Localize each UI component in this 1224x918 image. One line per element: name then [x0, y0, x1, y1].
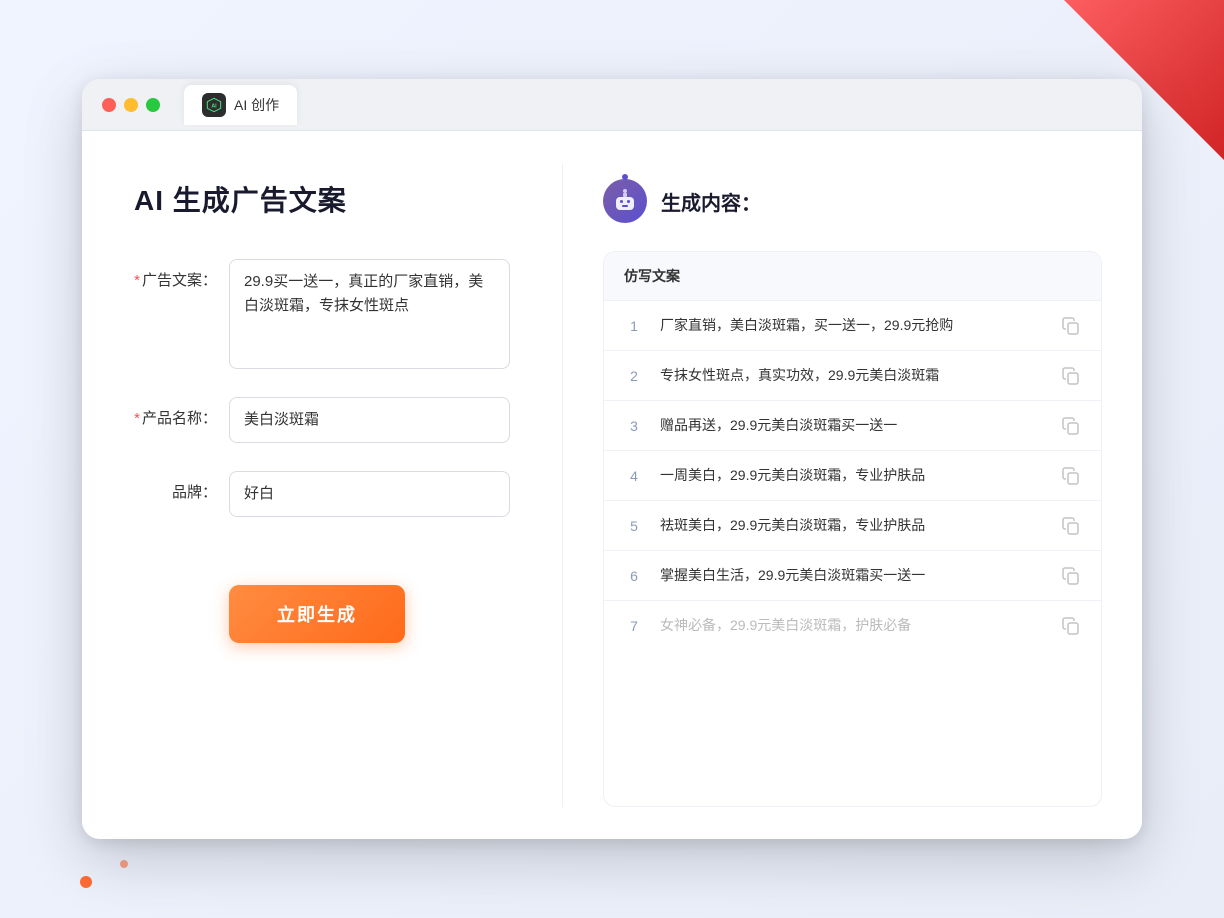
generate-button[interactable]: 立即生成 — [229, 585, 405, 643]
table-row: 4 一周美白，29.9元美白淡斑霜，专业护肤品 — [604, 451, 1101, 501]
maximize-button[interactable] — [146, 98, 160, 112]
dot-decoration-bl2 — [120, 860, 128, 868]
row-text: 女神必备，29.9元美白淡斑霜，护肤必备 — [660, 615, 1045, 636]
result-rows-container: 1 厂家直销，美白淡斑霜，买一送一，29.9元抢购 2 专抹女性斑点，真实功效，29… — [604, 301, 1101, 650]
table-row: 6 掌握美白生活，29.9元美白淡斑霜买一送一 — [604, 551, 1101, 601]
row-number: 6 — [624, 568, 644, 584]
copy-icon[interactable] — [1061, 516, 1081, 536]
product-name-input[interactable] — [229, 397, 510, 443]
result-header: 生成内容： — [603, 179, 1102, 223]
row-number: 1 — [624, 318, 644, 334]
table-row: 2 专抹女性斑点，真实功效，29.9元美白淡斑霜 — [604, 351, 1101, 401]
copy-icon[interactable] — [1061, 466, 1081, 486]
copy-icon[interactable] — [1061, 366, 1081, 386]
tab-title: AI 创作 — [234, 95, 279, 115]
table-row: 7 女神必备，29.9元美白淡斑霜，护肤必备 — [604, 601, 1101, 650]
main-content: AI 生成广告文案 *广告文案： 29.9买一送一，真正的厂家直销，美白淡斑霜，… — [82, 131, 1142, 839]
row-text: 祛斑美白，29.9元美白淡斑霜，专业护肤品 — [660, 515, 1045, 536]
form-row-product-name: *产品名称： — [134, 397, 510, 443]
required-star-product: * — [134, 410, 140, 427]
traffic-lights — [102, 98, 160, 112]
close-button[interactable] — [102, 98, 116, 112]
row-number: 5 — [624, 518, 644, 534]
result-title: 生成内容： — [661, 187, 761, 216]
row-number: 4 — [624, 468, 644, 484]
copy-icon[interactable] — [1061, 316, 1081, 336]
row-text: 赠品再送，29.9元美白淡斑霜买一送一 — [660, 415, 1045, 436]
left-panel: AI 生成广告文案 *广告文案： 29.9买一送一，真正的厂家直销，美白淡斑霜，… — [82, 131, 562, 839]
browser-window: AI AI 创作 AI 生成广告文案 *广告文案： 29.9买一送一，真正的厂家… — [82, 79, 1142, 839]
page-title: AI 生成广告文案 — [134, 179, 510, 219]
brand-label: 品牌： — [134, 471, 229, 502]
row-number: 7 — [624, 618, 644, 634]
dot-decoration-bl — [80, 876, 92, 888]
ad-copy-input[interactable]: 29.9买一送一，真正的厂家直销，美白淡斑霜，专抹女性斑点 — [229, 259, 510, 369]
table-row: 3 赠品再送，29.9元美白淡斑霜买一送一 — [604, 401, 1101, 451]
row-text: 专抹女性斑点，真实功效，29.9元美白淡斑霜 — [660, 365, 1045, 386]
required-star-ad-copy: * — [134, 272, 140, 289]
right-panel: 生成内容： 仿写文案 1 厂家直销，美白淡斑霜，买一送一，29.9元抢购 2 专抹女… — [563, 131, 1142, 839]
title-bar: AI AI 创作 — [82, 79, 1142, 131]
minimize-button[interactable] — [124, 98, 138, 112]
form-row-brand: 品牌： — [134, 471, 510, 517]
table-header: 仿写文案 — [604, 252, 1101, 301]
ad-copy-label: *广告文案： — [134, 259, 229, 290]
copy-icon[interactable] — [1061, 566, 1081, 586]
copy-icon[interactable] — [1061, 416, 1081, 436]
product-name-label: *产品名称： — [134, 397, 229, 428]
copy-icon[interactable] — [1061, 616, 1081, 636]
row-text: 一周美白，29.9元美白淡斑霜，专业护肤品 — [660, 465, 1045, 486]
row-text: 掌握美白生活，29.9元美白淡斑霜买一送一 — [660, 565, 1045, 586]
row-number: 3 — [624, 418, 644, 434]
row-number: 2 — [624, 368, 644, 384]
table-row: 5 祛斑美白，29.9元美白淡斑霜，专业护肤品 — [604, 501, 1101, 551]
brand-input[interactable] — [229, 471, 510, 517]
browser-tab[interactable]: AI AI 创作 — [184, 85, 297, 125]
tab-icon: AI — [202, 93, 226, 117]
row-text: 厂家直销，美白淡斑霜，买一送一，29.9元抢购 — [660, 315, 1045, 336]
table-row: 1 厂家直销，美白淡斑霜，买一送一，29.9元抢购 — [604, 301, 1101, 351]
form-row-ad-copy: *广告文案： 29.9买一送一，真正的厂家直销，美白淡斑霜，专抹女性斑点 — [134, 259, 510, 369]
result-table: 仿写文案 1 厂家直销，美白淡斑霜，买一送一，29.9元抢购 2 专抹女性斑点，真实… — [603, 251, 1102, 807]
svg-text:AI: AI — [211, 103, 217, 109]
robot-icon — [603, 179, 647, 223]
table-header-text: 仿写文案 — [624, 268, 680, 284]
